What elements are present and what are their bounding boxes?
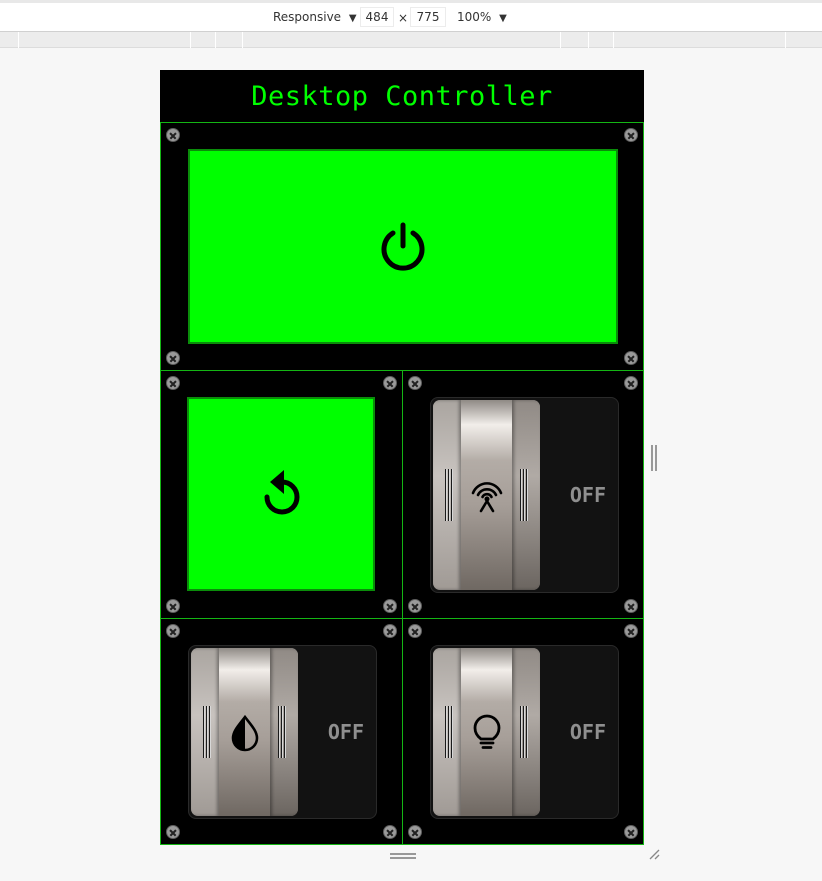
power-panel bbox=[160, 122, 644, 371]
toggle-state-label: OFF bbox=[327, 720, 364, 744]
media-query-ruler[interactable] bbox=[0, 32, 822, 48]
toggle-knob[interactable] bbox=[191, 648, 298, 816]
screw-icon bbox=[408, 825, 422, 839]
antenna-icon bbox=[471, 482, 502, 513]
ruler-mark bbox=[215, 32, 216, 48]
toolbar-top-border bbox=[0, 0, 822, 3]
restart-panel bbox=[160, 370, 403, 619]
zoom-label: 100% bbox=[457, 10, 492, 24]
ruler-mark bbox=[190, 32, 191, 48]
screw-icon bbox=[408, 599, 422, 613]
screw-icon bbox=[166, 376, 180, 390]
screw-icon bbox=[166, 624, 180, 638]
power-button[interactable] bbox=[188, 149, 618, 344]
screw-icon bbox=[408, 624, 422, 638]
ruler-mark bbox=[588, 32, 589, 48]
screw-icon bbox=[624, 376, 638, 390]
height-input[interactable]: 775 bbox=[410, 7, 446, 27]
grip-lines bbox=[520, 469, 528, 521]
device-mode-label: Responsive bbox=[273, 10, 342, 24]
resize-handle-bottom[interactable] bbox=[390, 853, 416, 859]
contrast-icon bbox=[231, 714, 258, 752]
resize-corner-icon[interactable] bbox=[648, 848, 660, 860]
screw-icon bbox=[624, 624, 638, 638]
grip-lines bbox=[445, 469, 453, 521]
chevron-down-icon: ▼ bbox=[348, 13, 357, 24]
screw-icon bbox=[624, 599, 638, 613]
lightbulb-panel: OFF bbox=[402, 618, 644, 845]
antenna-panel: OFF bbox=[402, 370, 644, 619]
grip-lines bbox=[445, 706, 453, 758]
contrast-panel: OFF bbox=[160, 618, 403, 845]
screw-icon bbox=[624, 128, 638, 142]
ruler-mark bbox=[613, 32, 614, 48]
restart-button[interactable] bbox=[187, 397, 375, 591]
toggle-state-label: OFF bbox=[569, 483, 606, 507]
lightbulb-toggle[interactable]: OFF bbox=[430, 645, 619, 819]
toggle-knob[interactable] bbox=[433, 400, 540, 590]
screw-icon bbox=[383, 624, 397, 638]
devtools-toolbar: Responsive ▼ 484 × 775 100% ▼ bbox=[0, 0, 822, 32]
screw-icon bbox=[166, 128, 180, 142]
lightbulb-icon bbox=[473, 714, 500, 749]
screw-icon bbox=[383, 376, 397, 390]
screw-icon bbox=[624, 351, 638, 365]
screw-icon bbox=[383, 599, 397, 613]
grip-lines bbox=[203, 706, 211, 758]
ruler-mark bbox=[785, 32, 786, 48]
toggle-knob[interactable] bbox=[433, 648, 540, 816]
page-title: Desktop Controller bbox=[251, 80, 553, 112]
resize-handle-right[interactable] bbox=[651, 445, 657, 471]
restart-icon bbox=[264, 470, 300, 515]
ruler-mark bbox=[18, 32, 19, 48]
screw-icon bbox=[408, 376, 422, 390]
screw-icon bbox=[624, 825, 638, 839]
grip-lines bbox=[520, 706, 528, 758]
antenna-toggle[interactable]: OFF bbox=[430, 397, 619, 593]
toggle-state-label: OFF bbox=[569, 720, 606, 744]
screw-icon bbox=[166, 599, 180, 613]
ruler-mark bbox=[560, 32, 561, 48]
screw-icon bbox=[166, 351, 180, 365]
width-input[interactable]: 484 bbox=[360, 7, 394, 27]
device-viewport: Desktop Controller OFF OFF OFF bbox=[160, 70, 644, 845]
contrast-toggle[interactable]: OFF bbox=[188, 645, 377, 819]
zoom-dropdown[interactable]: 100% ▼ bbox=[457, 9, 507, 27]
ruler-mark bbox=[242, 32, 243, 48]
dimension-separator: × bbox=[398, 11, 409, 25]
device-mode-dropdown[interactable]: Responsive ▼ bbox=[273, 9, 357, 27]
chevron-down-icon: ▼ bbox=[499, 13, 507, 24]
power-icon bbox=[381, 222, 425, 271]
screw-icon bbox=[166, 825, 180, 839]
screw-icon bbox=[383, 825, 397, 839]
grip-lines bbox=[278, 706, 286, 758]
